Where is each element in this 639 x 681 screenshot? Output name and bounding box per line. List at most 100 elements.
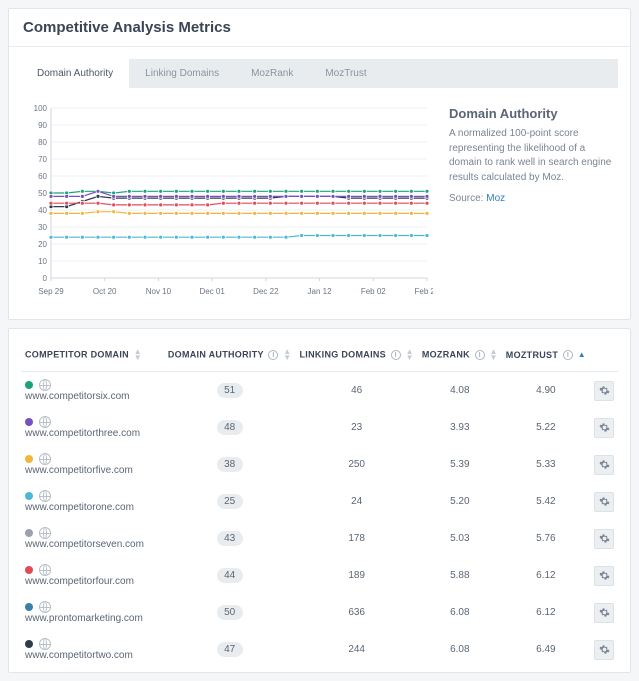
col-mt[interactable]: MOZTRUST i ▲: [502, 339, 590, 372]
cell-ld: 636: [295, 594, 417, 631]
cell-mr: 5.03: [418, 520, 502, 557]
tab-da[interactable]: Domain Authority: [21, 59, 129, 88]
color-swatch: [25, 640, 33, 648]
sort-icon: ▲▼: [406, 349, 414, 361]
row-settings-button[interactable]: [594, 603, 614, 623]
svg-text:Nov 10: Nov 10: [146, 287, 172, 296]
svg-text:Feb 02: Feb 02: [361, 287, 386, 296]
globe-icon: [39, 564, 51, 576]
table-row: www.competitorone.com25245.205.42: [21, 483, 618, 520]
table-row: www.competitorseven.com431785.035.76: [21, 520, 618, 557]
cell-ld: 244: [295, 631, 417, 668]
sort-icon: ▲▼: [134, 349, 142, 361]
svg-text:0: 0: [43, 274, 48, 283]
cell-mt: 5.76: [502, 520, 590, 557]
cell-ld: 250: [295, 446, 417, 483]
svg-text:Sep 29: Sep 29: [38, 287, 64, 296]
cell-domain[interactable]: www.competitorfive.com: [21, 446, 164, 483]
cell-mr: 5.20: [418, 483, 502, 520]
svg-text:10: 10: [38, 257, 47, 266]
cell-mt: 4.90: [502, 372, 590, 410]
cell-ld: 46: [295, 372, 417, 410]
table-row: www.competitorthree.com48233.935.22: [21, 409, 618, 446]
info-icon: i: [475, 350, 485, 360]
table-row: www.competitorsix.com51464.084.90: [21, 372, 618, 410]
sort-icon: ▲▼: [490, 349, 498, 361]
cell-mt: 6.12: [502, 557, 590, 594]
svg-text:30: 30: [38, 223, 47, 232]
competitor-table-card: COMPETITOR DOMAIN ▲▼DOMAIN AUTHORITY i ▲…: [8, 328, 631, 673]
svg-text:80: 80: [38, 138, 47, 147]
competitor-table: COMPETITOR DOMAIN ▲▼DOMAIN AUTHORITY i ▲…: [21, 339, 618, 668]
metric-description: Domain Authority A normalized 100-point …: [449, 100, 616, 303]
gear-icon: [599, 459, 610, 470]
svg-text:Jan 12: Jan 12: [308, 287, 333, 296]
color-swatch: [25, 603, 33, 611]
cell-domain[interactable]: www.competitorfour.com: [21, 557, 164, 594]
gear-icon: [599, 570, 610, 581]
domain-text: www.prontomarketing.com: [25, 613, 143, 624]
table-row: www.prontomarketing.com506366.086.12: [21, 594, 618, 631]
cell-da: 47: [164, 631, 296, 668]
sort-icon: ▲▼: [283, 349, 291, 361]
cell-ld: 23: [295, 409, 417, 446]
color-swatch: [25, 455, 33, 463]
row-settings-button[interactable]: [594, 566, 614, 586]
globe-icon: [39, 638, 51, 650]
cell-domain[interactable]: www.competitorsix.com: [21, 372, 164, 410]
cell-domain[interactable]: www.prontomarketing.com: [21, 594, 164, 631]
gear-icon: [599, 644, 610, 655]
cell-mr: 5.88: [418, 557, 502, 594]
domain-text: www.competitorone.com: [25, 502, 134, 513]
row-settings-button[interactable]: [594, 418, 614, 438]
col-mr[interactable]: MOZRANK i ▲▼: [418, 339, 502, 372]
color-swatch: [25, 418, 33, 426]
cell-mt: 5.42: [502, 483, 590, 520]
globe-icon: [39, 527, 51, 539]
cell-domain[interactable]: www.competitorone.com: [21, 483, 164, 520]
color-swatch: [25, 566, 33, 574]
cell-ld: 189: [295, 557, 417, 594]
color-swatch: [25, 381, 33, 389]
domain-text: www.competitorfour.com: [25, 576, 134, 587]
globe-icon: [39, 416, 51, 428]
cell-da: 48: [164, 409, 296, 446]
cell-mr: 4.08: [418, 372, 502, 410]
metric-desc-body: A normalized 100-point score representin…: [449, 127, 616, 185]
globe-icon: [39, 601, 51, 613]
row-settings-button[interactable]: [594, 381, 614, 401]
globe-icon: [39, 453, 51, 465]
tab-mr[interactable]: MozRank: [235, 59, 309, 88]
gear-icon: [599, 607, 610, 618]
info-icon: i: [268, 350, 278, 360]
cell-domain[interactable]: www.competitorthree.com: [21, 409, 164, 446]
col-ld[interactable]: LINKING DOMAINS i ▲▼: [295, 339, 417, 372]
metric-desc-source: Source: Moz: [449, 193, 616, 204]
cell-ld: 178: [295, 520, 417, 557]
table-row: www.competitortwo.com472446.086.49: [21, 631, 618, 668]
tab-ld[interactable]: Linking Domains: [129, 59, 235, 88]
cell-domain[interactable]: www.competitorseven.com: [21, 520, 164, 557]
row-settings-button[interactable]: [594, 492, 614, 512]
cell-da: 38: [164, 446, 296, 483]
table-row: www.competitorfour.com 441895.886.12: [21, 557, 618, 594]
gear-icon: [599, 533, 610, 544]
domain-text: www.competitorfive.com: [25, 465, 133, 476]
row-settings-button[interactable]: [594, 529, 614, 549]
cell-mt: 6.12: [502, 594, 590, 631]
cell-ld: 24: [295, 483, 417, 520]
svg-text:40: 40: [38, 206, 47, 215]
svg-text:90: 90: [38, 121, 47, 130]
tab-mt[interactable]: MozTrust: [309, 59, 382, 88]
col-da[interactable]: DOMAIN AUTHORITY i ▲▼: [164, 339, 296, 372]
cell-da: 44: [164, 557, 296, 594]
row-settings-button[interactable]: [594, 640, 614, 660]
table-row: www.competitorfive.com382505.395.33: [21, 446, 618, 483]
cell-domain[interactable]: www.competitortwo.com: [21, 631, 164, 668]
row-settings-button[interactable]: [594, 455, 614, 475]
source-link[interactable]: Moz: [486, 193, 505, 204]
col-domain[interactable]: COMPETITOR DOMAIN ▲▼: [21, 339, 164, 372]
page-title: Competitive Analysis Metrics: [9, 9, 630, 47]
svg-text:100: 100: [34, 104, 48, 113]
cell-mr: 6.08: [418, 594, 502, 631]
